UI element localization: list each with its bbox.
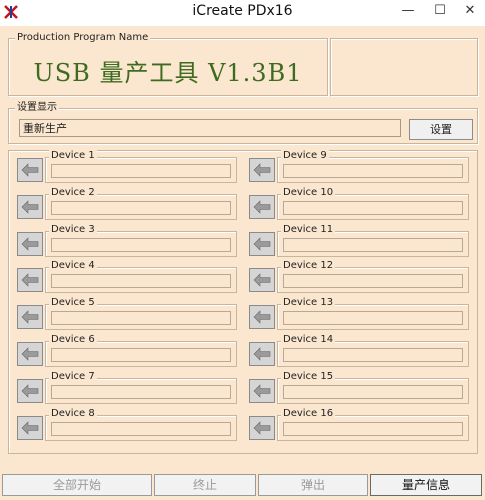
arrow-left-icon [253,384,271,398]
main-window: Production Program Name USB 量产工具 V1.3B1 … [0,26,485,500]
device-slot: Device 12 [241,259,471,295]
settings-legend: 设置显示 [15,102,59,114]
device-status-field [283,311,463,326]
device-slot: Device 4 [9,259,239,295]
device-label: Device 13 [281,297,336,310]
device-arrow-button[interactable] [17,415,43,440]
device-status-field [283,384,463,399]
production-info-button[interactable]: 量产信息 [370,474,482,496]
device-status-field [283,237,463,252]
device-slot: Device 11 [241,223,471,259]
device-label: Device 10 [281,186,336,199]
device-label: Device 7 [49,370,97,383]
close-button[interactable]: ✕ [454,0,485,24]
arrow-left-icon [253,420,271,435]
eject-button[interactable]: 弹出 [258,474,368,496]
device-arrow-button[interactable] [249,158,275,182]
device-arrow-button[interactable] [249,194,275,219]
production-program-group: Production Program Name USB 量产工具 V1.3B1 [8,32,328,96]
device-slot: Device 16 [241,407,471,443]
arrow-left-icon [21,236,39,251]
device-slot: Device 8 [9,407,239,443]
device-label: Device 6 [49,334,97,346]
stop-button[interactable]: 终止 [154,474,256,496]
device-slot: Device 1 [9,149,239,185]
device-label: Device 3 [49,223,97,236]
title-bar: iCreate PDx16 — ☐ ✕ [0,0,485,26]
device-slot: Device 5 [9,296,239,332]
start-all-button[interactable]: 全部开始 [2,474,152,496]
device-arrow-button[interactable] [17,231,43,256]
device-slot: Device 6 [9,333,239,369]
arrow-left-icon [21,347,39,361]
arrow-left-icon [21,163,39,177]
device-label: Device 11 [281,223,336,236]
device-arrow-button[interactable] [249,268,275,293]
devices-panel: Device 1 Device 2 Device 3 Device 4 Device 5… [8,150,478,454]
device-arrow-button[interactable] [17,305,43,330]
bottom-toolbar: 全部开始 终止 弹出 量产信息 [0,474,485,498]
device-arrow-button[interactable] [249,378,275,403]
arrow-left-icon [21,200,39,214]
arrow-left-icon [253,273,271,288]
arrow-left-icon [253,310,271,324]
device-slot: Device 9 [241,149,471,185]
device-arrow-button[interactable] [17,378,43,403]
device-status-field [51,274,231,289]
device-label: Device 8 [49,407,97,420]
production-side-panel [330,38,478,96]
production-program-legend: Production Program Name [15,32,151,44]
device-status-field [51,237,231,252]
arrow-left-icon [253,347,271,361]
device-arrow-button[interactable] [249,305,275,330]
device-status-field [283,274,463,289]
settings-display-field: 重新生产 [19,119,401,137]
device-status-field [51,348,231,362]
device-label: Device 5 [49,297,97,310]
arrow-left-icon [253,200,271,214]
device-arrow-button[interactable] [17,342,43,366]
device-slot: Device 14 [241,333,471,369]
device-status-field [51,164,231,178]
device-arrow-button[interactable] [249,231,275,256]
arrow-left-icon [253,236,271,251]
device-arrow-button[interactable] [17,268,43,293]
device-label: Device 14 [281,334,336,346]
device-status-field [51,384,231,399]
device-slot: Device 7 [9,370,239,406]
device-status-field [283,421,463,436]
device-status-field [283,164,463,178]
minimize-button[interactable]: — [392,0,424,24]
device-status-field [51,421,231,436]
device-status-field [51,311,231,326]
device-status-field [283,348,463,362]
device-slot: Device 3 [9,223,239,259]
device-slot: Device 15 [241,370,471,406]
device-slot: Device 2 [9,186,239,222]
device-arrow-button[interactable] [17,158,43,182]
device-label: Device 2 [49,186,97,199]
device-label: Device 12 [281,260,336,273]
arrow-left-icon [21,273,39,288]
settings-button[interactable]: 设置 [409,119,473,140]
device-arrow-button[interactable] [17,194,43,219]
device-label: Device 1 [49,150,97,162]
arrow-left-icon [21,310,39,324]
device-label: Device 4 [49,260,97,273]
device-label: Device 9 [281,150,329,162]
device-slot: Device 10 [241,186,471,222]
maximize-button[interactable]: ☐ [424,0,456,24]
settings-display-group: 设置显示 重新生产 设置 [8,102,478,144]
device-status-field [51,200,231,215]
device-arrow-button[interactable] [249,342,275,366]
device-slot: Device 13 [241,296,471,332]
program-title: USB 量产工具 V1.3B1 [33,59,303,87]
arrow-left-icon [21,420,39,435]
device-arrow-button[interactable] [249,415,275,440]
device-label: Device 15 [281,370,336,383]
device-label: Device 16 [281,407,336,420]
arrow-left-icon [253,163,271,177]
device-status-field [283,200,463,215]
arrow-left-icon [21,384,39,398]
